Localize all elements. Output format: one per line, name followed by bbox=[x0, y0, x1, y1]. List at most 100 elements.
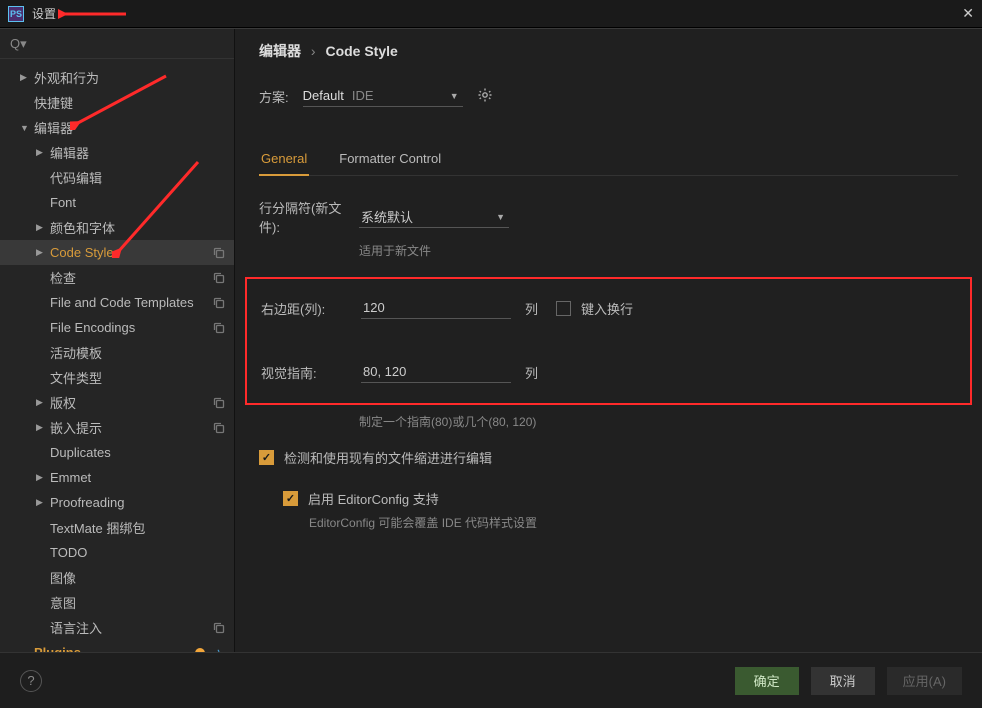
sidebar-item[interactable]: ▶ Emmet bbox=[0, 465, 234, 490]
copy-icon bbox=[212, 321, 226, 335]
sidebar-item[interactable]: ▶意图 bbox=[0, 590, 234, 615]
sidebar-item[interactable]: ▶File Encodings bbox=[0, 315, 234, 340]
tab-general[interactable]: General bbox=[259, 145, 309, 176]
sidebar-item-label: File Encodings bbox=[50, 320, 212, 335]
visual-guides-input[interactable]: 80, 120 bbox=[361, 361, 511, 383]
copy-icon bbox=[212, 246, 226, 260]
sidebar-item[interactable]: ▶文件类型 bbox=[0, 365, 234, 390]
scheme-value: Default bbox=[303, 88, 344, 103]
editorconfig-checkbox[interactable] bbox=[283, 491, 298, 506]
sidebar-item-label: 图像 bbox=[50, 568, 226, 587]
copy-icon bbox=[212, 296, 226, 310]
highlight-box: 右边距(列): 120 列 键入换行 视觉指南: 80, 120 列 bbox=[245, 277, 972, 405]
copy-icon bbox=[212, 621, 226, 635]
app-icon: PS bbox=[8, 6, 24, 22]
tab-formatter-control[interactable]: Formatter Control bbox=[337, 145, 443, 175]
breadcrumb-sep: › bbox=[311, 43, 316, 59]
sidebar-item[interactable]: ▶图像 bbox=[0, 565, 234, 590]
caret-right-icon: ▶ bbox=[36, 497, 46, 508]
sidebar-item[interactable]: ▶Plugins文 bbox=[0, 640, 234, 652]
caret-right-icon: ▶ bbox=[36, 247, 46, 258]
line-separator-value: 系统默认 bbox=[361, 207, 413, 226]
breadcrumb-code-style: Code Style bbox=[325, 43, 397, 59]
wrap-on-typing-label: 键入换行 bbox=[581, 299, 633, 318]
detect-indent-checkbox[interactable] bbox=[259, 450, 274, 465]
visual-guides-hint: 制定一个指南(80)或几个(80, 120) bbox=[359, 413, 958, 430]
sidebar-item[interactable]: ▶TODO bbox=[0, 540, 234, 565]
caret-right-icon: ▶ bbox=[36, 147, 46, 158]
sidebar-item-label: 嵌入提示 bbox=[50, 418, 212, 437]
sidebar-item-label: 版权 bbox=[50, 393, 212, 412]
dialog-footer: ? 确定 取消 应用(A) bbox=[0, 652, 982, 708]
editorconfig-hint: EditorConfig 可能会覆盖 IDE 代码样式设置 bbox=[309, 514, 958, 531]
copy-icon bbox=[212, 396, 226, 410]
caret-right-icon: ▶ bbox=[36, 397, 46, 408]
sidebar-item[interactable]: ▶检查 bbox=[0, 265, 234, 290]
annotation-arrow bbox=[58, 6, 128, 22]
search-icon: Q▾ bbox=[10, 36, 27, 52]
annotation-arrow bbox=[112, 158, 202, 258]
sidebar-item[interactable]: ▶ Proofreading bbox=[0, 490, 234, 515]
help-button[interactable]: ? bbox=[20, 670, 42, 692]
settings-main: 编辑器 › Code Style 方案: Default IDE ▼ Gener… bbox=[235, 29, 982, 652]
sidebar-item-label: 活动模板 bbox=[50, 343, 226, 362]
sidebar-item-label: 语言注入 bbox=[50, 618, 212, 637]
sidebar-item-label: File and Code Templates bbox=[50, 295, 212, 310]
caret-right-icon: ▶ bbox=[20, 72, 30, 83]
caret-right-icon: ▶ bbox=[36, 222, 46, 233]
sidebar-item-label: Proofreading bbox=[50, 495, 226, 510]
sidebar-item[interactable]: ▶活动模板 bbox=[0, 340, 234, 365]
tabs: General Formatter Control bbox=[259, 145, 958, 176]
gear-icon[interactable] bbox=[477, 87, 493, 106]
sidebar-item[interactable]: ▶TextMate 捆绑包 bbox=[0, 515, 234, 540]
apply-button[interactable]: 应用(A) bbox=[887, 667, 962, 695]
copy-icon bbox=[212, 421, 226, 435]
settings-search[interactable]: Q▾ bbox=[0, 29, 234, 59]
sidebar-item[interactable]: ▶语言注入 bbox=[0, 615, 234, 640]
sidebar-item-label: 文件类型 bbox=[50, 368, 226, 387]
close-button[interactable]: ✕ bbox=[962, 5, 974, 22]
caret-right-icon: ▶ bbox=[36, 422, 46, 433]
window-title: 设置 bbox=[32, 5, 56, 22]
sidebar-item-label: Emmet bbox=[50, 470, 226, 485]
sidebar-item[interactable]: ▶File and Code Templates bbox=[0, 290, 234, 315]
caret-down-icon: ▼ bbox=[20, 123, 30, 133]
line-separator-label: 行分隔符(新文件): bbox=[259, 198, 359, 236]
sidebar-item-label: Plugins bbox=[34, 645, 194, 652]
sidebar-item[interactable]: ▶ 嵌入提示 bbox=[0, 415, 234, 440]
ok-button[interactable]: 确定 bbox=[735, 667, 799, 695]
settings-tree: ▶外观和行为▶快捷键▼编辑器▶编辑器▶代码编辑▶Font▶颜色和字体▶Code … bbox=[0, 59, 234, 652]
breadcrumb-editor[interactable]: 编辑器 bbox=[259, 43, 301, 59]
sidebar-item-label: Duplicates bbox=[50, 445, 226, 460]
sidebar-item-label: TextMate 捆绑包 bbox=[50, 518, 226, 537]
sidebar-item[interactable]: ▶ 版权 bbox=[0, 390, 234, 415]
line-separator-hint: 适用于新文件 bbox=[359, 242, 958, 259]
right-margin-unit: 列 bbox=[525, 299, 538, 318]
visual-guides-label: 视觉指南: bbox=[261, 363, 361, 382]
breadcrumb: 编辑器 › Code Style bbox=[259, 41, 958, 61]
scheme-label: 方案: bbox=[259, 87, 289, 106]
right-margin-label: 右边距(列): bbox=[261, 299, 361, 318]
visual-guides-unit: 列 bbox=[525, 363, 538, 382]
editorconfig-label: 启用 EditorConfig 支持 bbox=[308, 489, 439, 508]
line-separator-select[interactable]: 系统默认 ▼ bbox=[359, 206, 509, 228]
right-margin-value: 120 bbox=[363, 300, 385, 315]
sidebar-item-label: TODO bbox=[50, 545, 226, 560]
scheme-select[interactable]: Default IDE ▼ bbox=[303, 85, 463, 107]
chevron-down-icon: ▼ bbox=[496, 212, 505, 222]
language-icon: 文 bbox=[212, 646, 226, 653]
annotation-arrow bbox=[70, 72, 170, 130]
chevron-down-icon: ▼ bbox=[450, 91, 459, 101]
scheme-scope: IDE bbox=[352, 88, 374, 103]
sidebar-item[interactable]: ▶Duplicates bbox=[0, 440, 234, 465]
caret-right-icon: ▶ bbox=[36, 472, 46, 483]
cancel-button[interactable]: 取消 bbox=[811, 667, 875, 695]
update-badge-icon bbox=[194, 647, 206, 653]
detect-indent-label: 检测和使用现有的文件缩进进行编辑 bbox=[284, 448, 492, 467]
right-margin-input[interactable]: 120 bbox=[361, 297, 511, 319]
sidebar-item-label: 意图 bbox=[50, 593, 226, 612]
copy-icon bbox=[212, 271, 226, 285]
wrap-on-typing-checkbox[interactable] bbox=[556, 301, 571, 316]
visual-guides-value: 80, 120 bbox=[363, 364, 406, 379]
titlebar: PS 设置 ✕ bbox=[0, 0, 982, 28]
